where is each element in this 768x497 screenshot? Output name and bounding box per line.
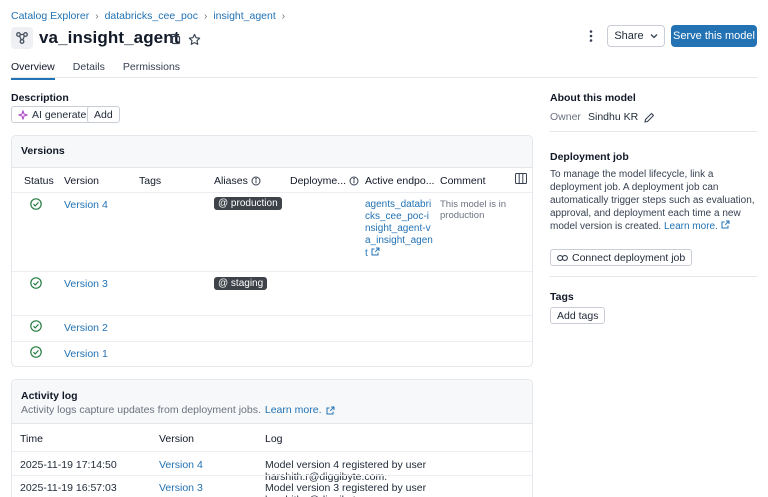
chevron-right-icon: › bbox=[95, 10, 99, 22]
column-log: Log bbox=[265, 433, 283, 445]
alias-badge-staging[interactable]: @ staging bbox=[214, 277, 268, 290]
log-time: 2025-11-19 17:14:50 bbox=[20, 459, 117, 471]
star-icon[interactable] bbox=[185, 30, 203, 48]
column-aliases[interactable]: Aliases bbox=[214, 175, 261, 187]
serve-model-button[interactable]: Serve this model bbox=[671, 25, 757, 47]
chevron-down-icon bbox=[650, 34, 658, 39]
learn-more-label: Learn more. bbox=[264, 404, 322, 416]
description-label: Description bbox=[11, 92, 69, 104]
breadcrumb-catalog[interactable]: databricks_cee_poc bbox=[105, 10, 198, 22]
copy-icon[interactable] bbox=[166, 30, 184, 48]
column-version[interactable]: Version bbox=[64, 175, 99, 187]
external-link-icon bbox=[721, 220, 730, 229]
versions-header: Versions bbox=[12, 136, 532, 168]
tags-title: Tags bbox=[550, 291, 574, 303]
tabs-divider bbox=[11, 77, 757, 78]
log-version-link[interactable]: Version 3 bbox=[159, 482, 203, 494]
activity-log-subtitle: Activity logs capture updates from deplo… bbox=[21, 404, 261, 416]
check-circle-icon bbox=[30, 198, 42, 210]
row-divider bbox=[12, 315, 532, 316]
column-time: Time bbox=[20, 433, 43, 445]
deployment-job-title: Deployment job bbox=[550, 151, 629, 163]
log-message: Model version 3 registered by user harsh… bbox=[265, 482, 427, 497]
version-link-2[interactable]: Version 2 bbox=[64, 322, 108, 334]
add-tags-button[interactable]: Add tags bbox=[550, 307, 606, 324]
external-link-icon bbox=[371, 247, 380, 256]
log-time: 2025-11-19 16:57:03 bbox=[20, 482, 117, 494]
header-divider bbox=[12, 451, 532, 452]
column-deployment-label: Deployme... bbox=[290, 175, 347, 187]
row-divider bbox=[12, 341, 532, 342]
connect-label: Connect deployment job bbox=[572, 251, 686, 264]
owner-label: Owner bbox=[550, 111, 581, 123]
connect-deployment-job-button[interactable]: Connect deployment job bbox=[550, 249, 693, 266]
versions-title: Versions bbox=[21, 145, 65, 157]
versions-card: Versions Status Version Tags Aliases Dep… bbox=[11, 135, 533, 367]
alias-badge-production[interactable]: @ production bbox=[214, 197, 282, 210]
version-link-1[interactable]: Version 1 bbox=[64, 348, 108, 360]
learn-more-label: Learn more. bbox=[663, 221, 718, 232]
check-circle-icon bbox=[30, 320, 42, 332]
add-description-button[interactable]: Add bbox=[87, 106, 120, 123]
ai-generate-button[interactable]: AI generate bbox=[11, 106, 94, 123]
version-link-3[interactable]: Version 3 bbox=[64, 278, 108, 290]
more-options-icon[interactable] bbox=[582, 27, 600, 45]
row-divider bbox=[12, 271, 532, 272]
owner-value: Sindhu KR bbox=[588, 111, 639, 123]
log-message: Model version 4 registered by user harsh… bbox=[265, 459, 427, 483]
info-icon[interactable] bbox=[349, 176, 359, 186]
deployment-divider bbox=[550, 276, 757, 277]
version-comment: This model is in production bbox=[440, 199, 506, 221]
columns-icon[interactable] bbox=[515, 173, 527, 184]
endpoint-link[interactable]: agents_databricks_cee_poc-insight_agent-… bbox=[365, 199, 433, 260]
log-version-link[interactable]: Version 4 bbox=[159, 459, 203, 471]
ai-generate-label: AI generate bbox=[32, 108, 87, 121]
chevron-right-icon: › bbox=[281, 10, 286, 22]
check-circle-icon bbox=[30, 277, 42, 289]
pencil-icon[interactable] bbox=[644, 112, 655, 123]
breadcrumb-schema[interactable]: insight_agent bbox=[213, 10, 275, 22]
check-circle-icon bbox=[30, 346, 42, 358]
version-link-4[interactable]: Version 4 bbox=[64, 199, 108, 211]
column-tags[interactable]: Tags bbox=[139, 175, 161, 187]
activity-learn-more-link[interactable]: Learn more. bbox=[265, 404, 335, 416]
activity-log-title: Activity log bbox=[21, 390, 78, 402]
deployment-learn-more-link[interactable]: Learn more. bbox=[663, 220, 730, 232]
share-label: Share bbox=[614, 30, 644, 42]
column-deployment[interactable]: Deployme... bbox=[290, 175, 359, 187]
external-link-icon bbox=[326, 406, 334, 414]
model-icon bbox=[11, 27, 33, 49]
row-divider bbox=[12, 475, 532, 476]
column-status[interactable]: Status bbox=[24, 175, 54, 187]
breadcrumb-catalog-explorer[interactable]: Catalog Explorer bbox=[11, 10, 89, 22]
activity-log-header: Activity log Activity logs capture updat… bbox=[12, 380, 532, 424]
chevron-right-icon: › bbox=[203, 10, 208, 22]
activity-log-card: Activity log Activity logs capture updat… bbox=[11, 379, 533, 497]
owner-row: Owner Sindhu KR bbox=[550, 111, 655, 123]
sparkle-icon bbox=[18, 109, 28, 120]
info-icon[interactable] bbox=[251, 176, 261, 186]
column-comment[interactable]: Comment bbox=[440, 175, 486, 187]
about-title: About this model bbox=[550, 92, 636, 104]
column-aliases-label: Aliases bbox=[214, 175, 248, 187]
header-divider bbox=[12, 192, 532, 193]
column-active-endpoint[interactable]: Active endpo... bbox=[365, 175, 434, 187]
share-button[interactable]: Share bbox=[607, 25, 665, 47]
link-icon bbox=[557, 254, 568, 261]
column-log-version: Version bbox=[159, 433, 195, 445]
deployment-job-description: To manage the model lifecycle, link a de… bbox=[550, 168, 758, 233]
breadcrumb: Catalog Explorer › databricks_cee_poc › … bbox=[11, 10, 285, 22]
page-title: va_insight_agent bbox=[39, 28, 180, 47]
activity-log-subtitle-row: Activity logs capture updates from deplo… bbox=[21, 404, 335, 416]
about-divider bbox=[550, 131, 757, 132]
